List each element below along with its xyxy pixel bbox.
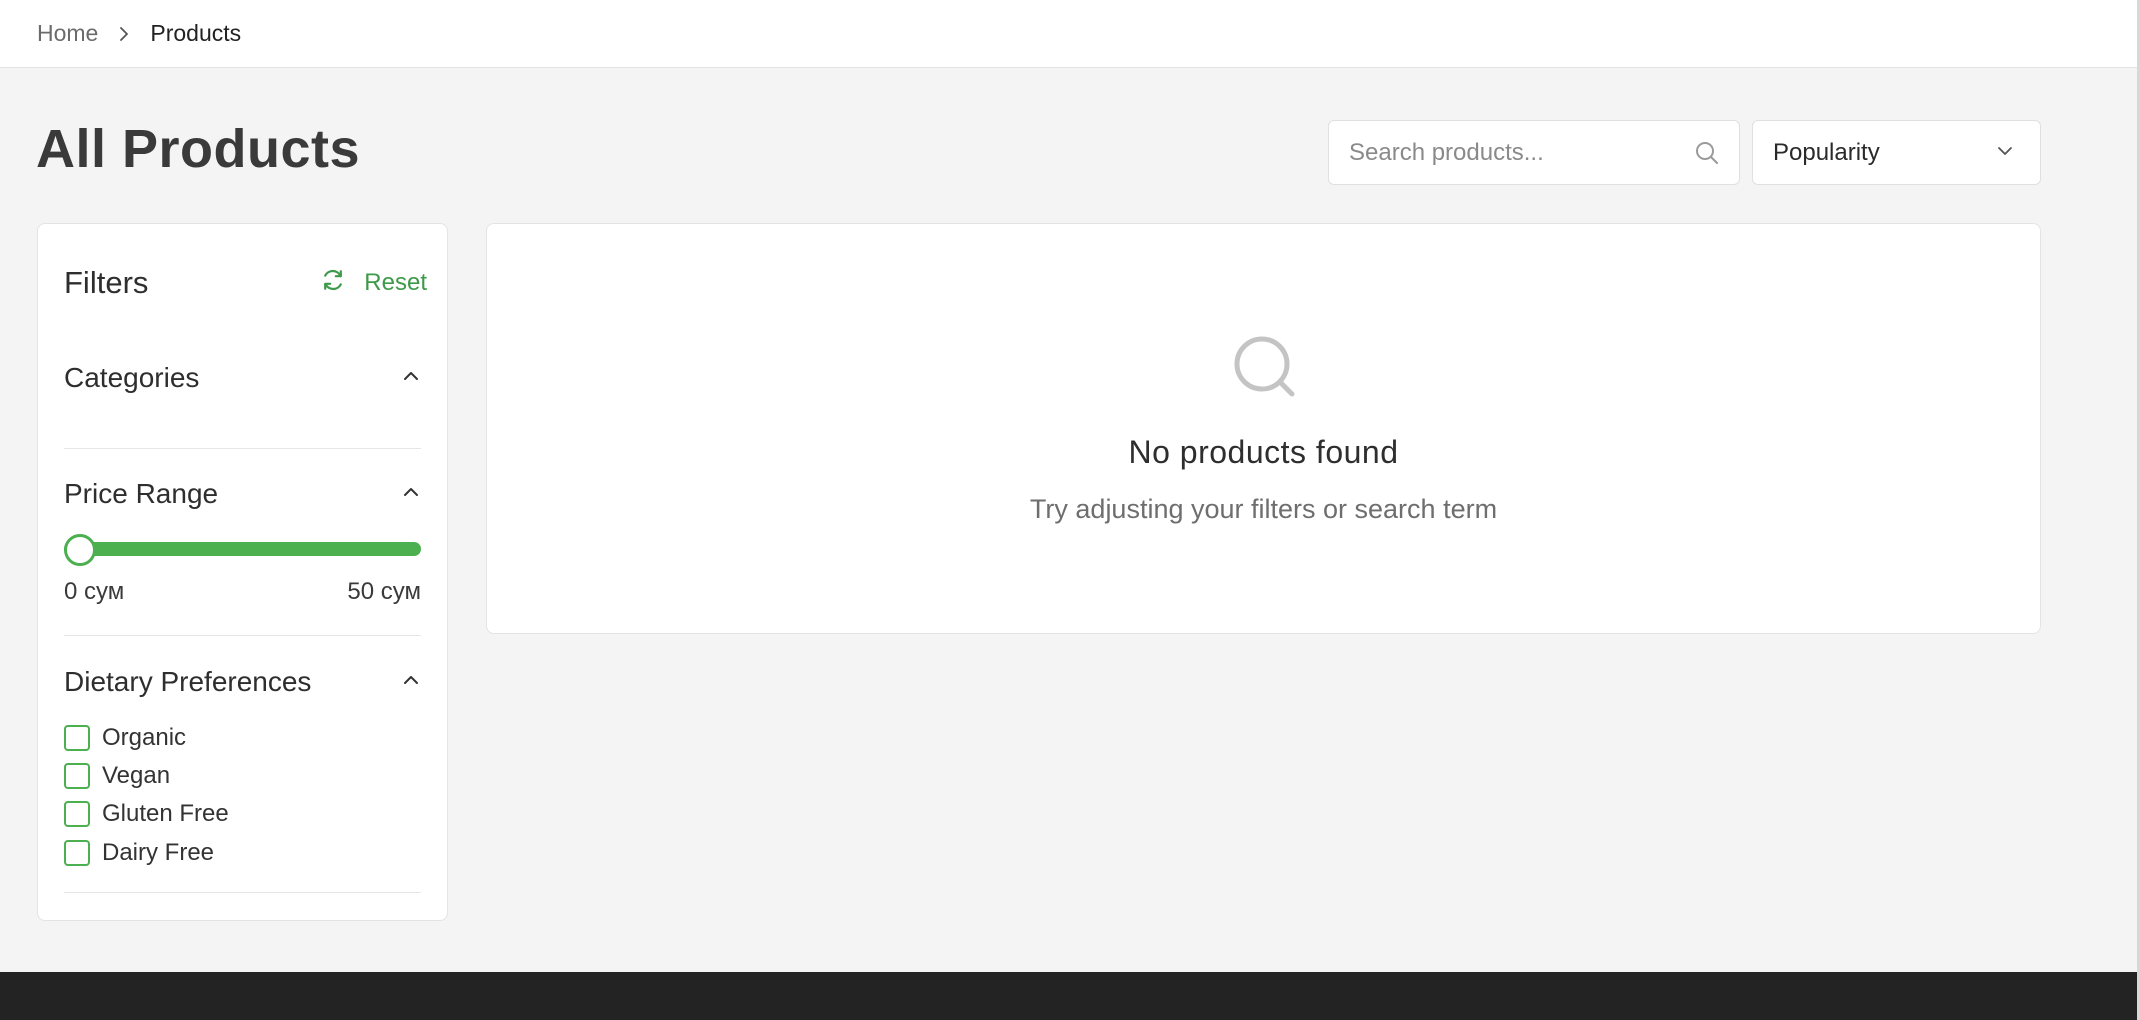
checkbox[interactable] [64,725,90,751]
section-dietary-preferences: Dietary Preferences [64,662,421,702]
categories-header[interactable]: Categories [64,358,421,398]
chevron-down-icon [1996,139,2014,167]
chevron-up-icon [401,366,421,391]
checkbox[interactable] [64,840,90,866]
chevron-right-icon [112,22,136,46]
filters-header: Filters Reset [64,260,427,306]
results-panel: No products found Try adjusting your fil… [486,223,2041,634]
search-input[interactable] [1349,138,1693,167]
breadcrumb-home-link[interactable]: Home [37,20,98,47]
filters-title: Filters [64,265,149,300]
refresh-icon [320,267,346,300]
categories-title: Categories [64,362,200,393]
dietary-option-label: Organic [102,724,187,751]
price-range-labels: 0 сум 50 сум [64,578,421,606]
checkbox[interactable] [64,763,90,789]
page: Home Products All Products Popularity Fi… [0,0,2140,1020]
price-min-label: 0 сум [64,578,125,605]
dietary-option-gluten-free[interactable]: Gluten Free [64,800,229,828]
search-icon [1230,332,1300,402]
search-box [1328,120,1740,185]
chevron-up-icon [401,670,421,695]
reset-label: Reset [364,269,427,296]
search-icon[interactable] [1693,139,1721,167]
empty-state-subtitle: Try adjusting your filters or search ter… [1029,494,1498,524]
chevron-up-icon [401,482,421,507]
price-slider-track [64,542,421,556]
dietary-title: Dietary Preferences [64,666,312,697]
dietary-option-vegan[interactable]: Vegan [64,762,170,790]
breadcrumb: Home Products [0,0,2137,68]
dietary-header[interactable]: Dietary Preferences [64,662,421,702]
breadcrumb-current: Products [150,20,242,46]
checkbox[interactable] [64,801,90,827]
divider [64,892,421,893]
divider [64,448,421,449]
section-categories: Categories [64,358,421,398]
price-slider-thumb[interactable] [64,534,96,566]
sort-selected-value: Popularity [1773,138,1880,166]
dietary-option-label: Dairy Free [102,839,215,866]
section-price-range: Price Range [64,474,421,514]
dietary-option-dairy-free[interactable]: Dairy Free [64,839,214,867]
price-range-header[interactable]: Price Range [64,474,421,514]
dietary-option-organic[interactable]: Organic [64,724,186,752]
empty-state-title: No products found [1128,434,1399,470]
footer [0,972,2137,1020]
divider [64,635,421,636]
reset-button[interactable]: Reset [320,267,427,300]
price-range-slider[interactable] [64,534,421,566]
sort-select[interactable]: Popularity [1752,120,2041,185]
dietary-option-label: Gluten Free [102,800,229,827]
dietary-option-label: Vegan [102,762,171,789]
page-title: All Products [36,119,361,179]
price-range-title: Price Range [64,478,219,509]
filters-panel: Filters Reset Categories Price Range 0 с… [37,223,448,921]
price-max-label: 50 сум [347,578,421,605]
